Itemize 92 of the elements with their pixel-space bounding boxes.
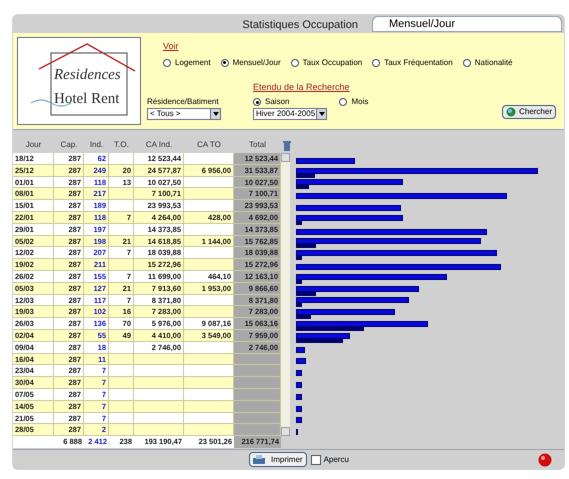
table-cell (134, 354, 184, 366)
chart-bar (296, 394, 302, 400)
table-cell (109, 377, 134, 389)
print-button[interactable]: Imprimer (249, 452, 307, 467)
table-cell (109, 354, 134, 366)
chart-bar (296, 417, 302, 424)
logo-text: Hotel Rent (54, 90, 120, 109)
column-header: Total (248, 139, 267, 151)
column-header: Cap. (60, 139, 78, 151)
table-cell (234, 365, 281, 378)
table-cell (134, 377, 184, 389)
table-cell (109, 153, 134, 165)
table-cell (109, 400, 134, 413)
table-cell (184, 354, 234, 366)
radio-option[interactable]: Taux Fréquentation (372, 56, 453, 68)
dropdown[interactable]: < Tous > (147, 108, 221, 120)
chart-bar (296, 382, 302, 388)
radio-button[interactable] (220, 58, 229, 66)
table-cell (109, 412, 134, 424)
table-cell (109, 224, 134, 236)
table-cell (234, 377, 281, 389)
status-light-icon (538, 452, 552, 466)
radio-option[interactable]: Mensuel/Jour (220, 56, 281, 68)
table-cell (109, 365, 134, 378)
table-cell (184, 306, 234, 318)
logo-text: Residences (54, 66, 121, 85)
radio-option[interactable]: Nationalité (462, 56, 513, 68)
radio-option[interactable]: Logement (163, 56, 211, 68)
printer-icon (253, 455, 265, 464)
radio-button[interactable] (253, 98, 261, 106)
chart-bar (296, 346, 305, 353)
table-cell (234, 412, 281, 424)
table-cell (109, 424, 134, 436)
table-cell (109, 200, 134, 212)
column-header: CA TO (196, 139, 222, 151)
chart-bar (296, 158, 355, 164)
search-scope-label: Etendu de la Recherche (253, 80, 351, 94)
table-cell (109, 342, 134, 354)
table-cell (184, 294, 234, 306)
table-cell (184, 224, 234, 236)
column-header: Ind. (88, 139, 104, 151)
column-header: CA Ind. (144, 139, 174, 151)
radio-button[interactable] (462, 58, 471, 66)
window-title: Statistiques Occupation (242, 18, 358, 32)
table-cell (184, 176, 234, 188)
caret-icon (210, 109, 220, 119)
chart-bar (296, 358, 306, 364)
table-cell (134, 400, 184, 413)
radio-button[interactable] (372, 58, 380, 66)
tab[interactable]: Mensuel/Jour (372, 16, 562, 32)
table-cell (184, 388, 234, 401)
table-cell (184, 400, 234, 413)
trash-icon[interactable] (283, 141, 291, 151)
chart-bar (296, 406, 302, 412)
table-cell (109, 388, 134, 401)
table-cell (184, 200, 234, 212)
dropdown[interactable]: Hiver 2004-2005 (253, 108, 327, 120)
radio-button[interactable] (339, 98, 348, 106)
radio-option[interactable]: Mois (339, 96, 368, 108)
globe-icon (506, 107, 516, 117)
preview-checkbox[interactable]: Apercu (310, 454, 349, 466)
radio-button[interactable] (163, 58, 171, 66)
table-cell (184, 259, 234, 271)
table-cell (234, 388, 281, 401)
table-cell (184, 424, 234, 436)
column-header: T.O. (113, 139, 130, 151)
table-cell (184, 188, 234, 200)
residence-label: Résidence/Batiment (147, 96, 220, 108)
table-cell (184, 365, 234, 378)
table-cell (184, 377, 234, 389)
radio-option[interactable]: Taux Occupation (290, 56, 362, 68)
table-cell (184, 412, 234, 424)
radio-button[interactable] (290, 58, 299, 66)
table-cell (234, 400, 281, 413)
radio-option[interactable]: Saison (253, 96, 290, 108)
chart-bar (296, 370, 302, 376)
search-button[interactable]: Chercher (502, 105, 556, 119)
table-cell (184, 153, 234, 165)
table-cell (184, 247, 234, 260)
table-cell (109, 259, 134, 271)
table-cell (134, 424, 184, 436)
table-cell (234, 424, 281, 436)
caret-icon (316, 109, 326, 119)
table-cell (109, 188, 134, 200)
table-cell (134, 412, 184, 424)
voir-label: Voir (163, 40, 180, 53)
table-cell (234, 354, 281, 366)
table-cell (134, 365, 184, 378)
table-cell (134, 388, 184, 401)
column-header: Jour (24, 139, 42, 151)
checkbox[interactable] (310, 454, 321, 464)
table-cell (184, 342, 234, 354)
